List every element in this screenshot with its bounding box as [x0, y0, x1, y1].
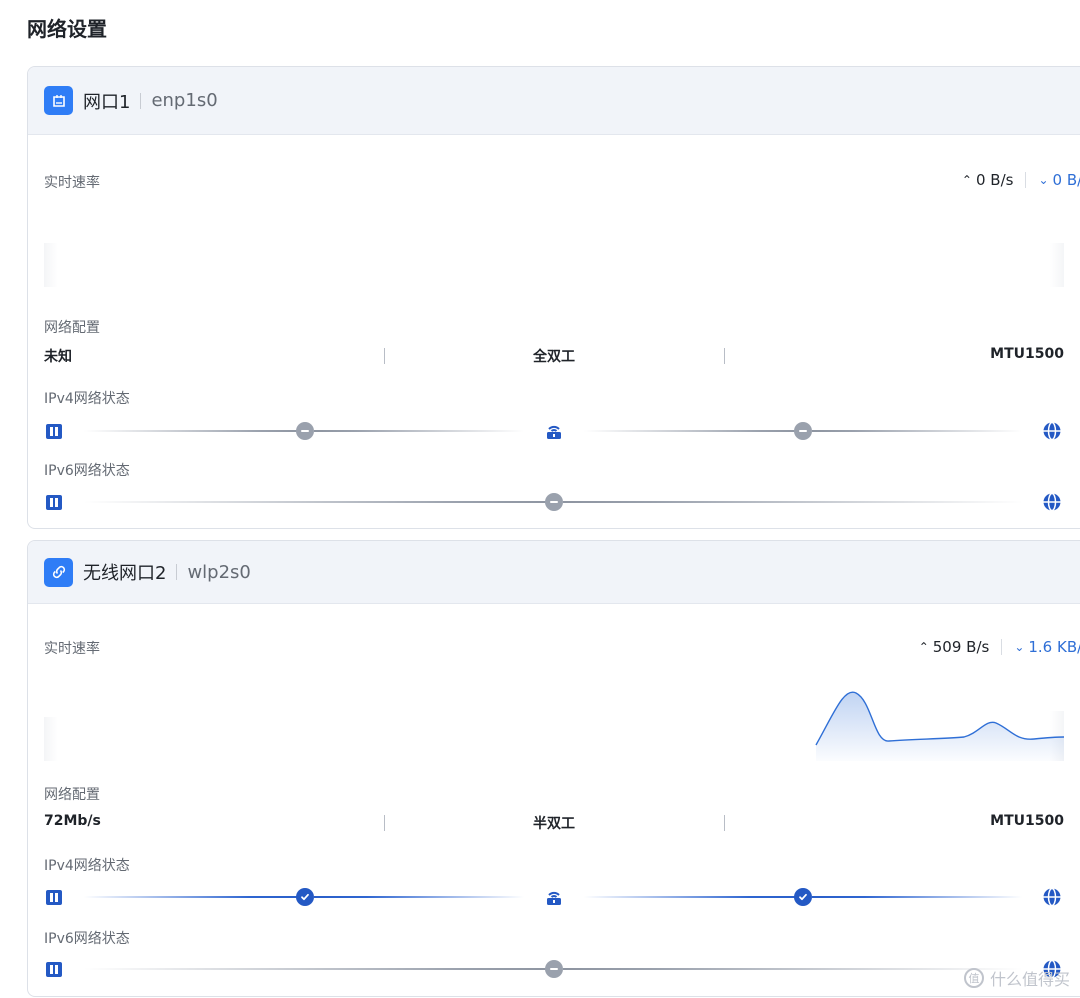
- status-line: [314, 430, 524, 432]
- interface-card-2: 无线网口2 wlp2s0 实时速率 ⌃ 509 B/s ⌄ 1.6 KB/s 网…: [27, 540, 1080, 997]
- interface-icon: [46, 424, 62, 439]
- status-line: [84, 968, 554, 970]
- status-line: [812, 896, 1022, 898]
- realtime-rate-label: 实时速率: [44, 641, 100, 657]
- globe-icon: [1043, 887, 1061, 907]
- divider: [140, 92, 142, 109]
- download-arrow-icon: ⌄: [1038, 173, 1049, 187]
- divider: [1001, 639, 1003, 655]
- page-title: 网络设置: [27, 17, 107, 41]
- status-connected-icon: [296, 888, 314, 906]
- interface-name: 无线网口2: [83, 563, 167, 584]
- duplex-mode: 全双工: [533, 349, 575, 365]
- divider: [176, 564, 178, 580]
- download-arrow-icon: ⌄: [1014, 640, 1025, 654]
- upload-rate: 0 B/s: [975, 171, 1014, 189]
- upload-rate: 509 B/s: [932, 638, 990, 656]
- chart-edge: [44, 243, 58, 287]
- chart-edge: [1050, 243, 1064, 287]
- status-line: [812, 430, 1022, 432]
- realtime-rate-label: 实时速率: [44, 175, 100, 191]
- network-config-row: 未知 全双工 MTU1500: [44, 346, 1064, 366]
- divider: [724, 348, 725, 364]
- ipv6-status-label: IPv6网络状态: [44, 463, 130, 479]
- ipv6-status-track: [44, 958, 1064, 980]
- rate-chart-series: [815, 691, 1064, 761]
- interface-card-header[interactable]: 无线网口2 wlp2s0: [28, 541, 1080, 604]
- status-line: [314, 896, 524, 898]
- rate-chart: [44, 683, 1064, 761]
- status-pending-icon: [545, 960, 563, 978]
- upload-arrow-icon: ⌃: [961, 173, 972, 187]
- globe-icon: [1043, 492, 1061, 512]
- interface-card-header[interactable]: 网口1 enp1s0: [28, 67, 1080, 135]
- status-line: [584, 430, 804, 432]
- network-config-label: 网络配置: [44, 320, 100, 336]
- ipv6-status-track: [44, 491, 1064, 513]
- mtu-value: MTU1500: [990, 813, 1064, 829]
- status-line: [563, 968, 1023, 970]
- status-line: [584, 896, 804, 898]
- ipv4-status-track: [44, 886, 1064, 908]
- interface-card-1: 网口1 enp1s0 实时速率 ⌃ 0 B/s ⌄ 0 B/s 网络配置 未知 …: [27, 66, 1080, 529]
- watermark-text: 什么值得买: [989, 970, 1070, 989]
- status-line: [84, 501, 554, 503]
- router-icon: [547, 891, 561, 905]
- rate-readout: ⌃ 509 B/s ⌄ 1.6 KB/s: [919, 638, 1080, 656]
- status-line: [563, 501, 1023, 503]
- duplex-mode: 半双工: [533, 816, 575, 832]
- status-line: [84, 896, 304, 898]
- rate-readout: ⌃ 0 B/s ⌄ 0 B/s: [962, 171, 1080, 189]
- upload-arrow-icon: ⌃: [918, 640, 929, 654]
- interface-device: enp1s0: [151, 90, 218, 111]
- download-rate: 1.6 KB/s: [1028, 638, 1080, 656]
- network-config-label: 网络配置: [44, 787, 100, 803]
- ipv4-status-label: IPv4网络状态: [44, 391, 130, 407]
- watermark: 值 什么值得买: [963, 966, 1070, 990]
- rate-chart: [44, 243, 1064, 287]
- divider: [724, 815, 725, 831]
- link-speed: 72Mb/s: [44, 813, 101, 829]
- status-pending-icon: [296, 422, 314, 440]
- link-speed: 未知: [44, 349, 72, 365]
- mtu-value: MTU1500: [990, 346, 1064, 362]
- status-pending-icon: [794, 422, 812, 440]
- ethernet-port-icon: [44, 86, 73, 115]
- interface-name: 网口1: [83, 91, 131, 113]
- globe-icon: [1043, 421, 1061, 441]
- interface-icon: [46, 890, 62, 905]
- status-line: [84, 430, 304, 432]
- download-rate: 0 B/s: [1052, 171, 1080, 189]
- status-pending-icon: [545, 493, 563, 511]
- ipv4-status-track: [44, 420, 1064, 442]
- interface-device: wlp2s0: [187, 561, 251, 583]
- interface-icon: [46, 962, 62, 977]
- wireless-link-icon: [44, 557, 73, 587]
- network-config-row: 72Mb/s 半双工 MTU1500: [44, 813, 1064, 833]
- divider: [384, 815, 385, 831]
- divider: [384, 348, 385, 364]
- ipv6-status-label: IPv6网络状态: [44, 931, 130, 947]
- watermark-logo-icon: 值: [963, 968, 984, 988]
- status-connected-icon: [794, 888, 812, 906]
- router-icon: [547, 425, 561, 439]
- interface-icon: [46, 495, 62, 510]
- download-area: [816, 692, 1064, 761]
- ipv4-status-label: IPv4网络状态: [44, 858, 130, 874]
- divider: [1025, 172, 1027, 188]
